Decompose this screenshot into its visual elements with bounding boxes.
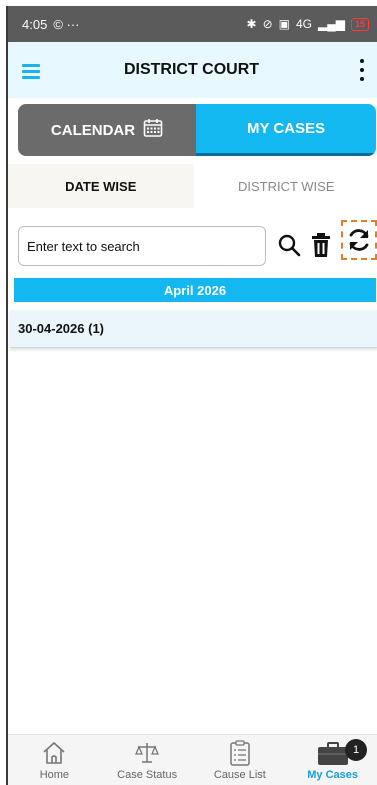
- nav-cause-list[interactable]: Cause List: [194, 735, 287, 785]
- battery-icon: 15: [350, 17, 369, 31]
- app-screen: 4:05 © ··· ✱ ⊘ ▣ 4G ▂▄▆ 15 DISTRICT COUR…: [6, 6, 377, 785]
- calendar-button-label: CALENDAR: [50, 121, 136, 139]
- network-label: 4G: [296, 17, 313, 31]
- status-bar: 4:05 © ··· ✱ ⊘ ▣ 4G ▂▄▆ 15: [8, 6, 377, 42]
- status-notification-icons: © ···: [53, 16, 80, 32]
- nav-my-cases-label: My Cases: [307, 769, 358, 781]
- nav-home-label: Home: [39, 769, 70, 781]
- my-cases-badge: 1: [345, 739, 367, 761]
- month-header: April 2026: [14, 278, 376, 302]
- tab-bar: DATE WISE DISTRICT WISE: [8, 164, 377, 208]
- signal-icon: ▂▄▆: [318, 17, 345, 31]
- calendar-button[interactable]: CALENDAR: [18, 104, 196, 156]
- nav-home[interactable]: Home: [8, 735, 101, 785]
- status-time: 4:05: [22, 16, 48, 32]
- my-cases-button[interactable]: MY CASES: [196, 104, 376, 156]
- bluetooth-icon: ✱: [246, 17, 257, 31]
- view-toggle: CALENDAR MY CASES: [18, 104, 376, 156]
- nav-my-cases[interactable]: 1 My Cases: [286, 735, 377, 785]
- refresh-icon[interactable]: [341, 220, 377, 260]
- calendar-icon: [143, 118, 163, 142]
- clipboard-icon: [229, 739, 251, 767]
- more-options-icon[interactable]: [359, 59, 365, 81]
- tab-date-wise[interactable]: DATE WISE: [8, 164, 194, 208]
- search-input[interactable]: [18, 226, 266, 266]
- home-icon: [41, 739, 67, 767]
- app-bar: DISTRICT COURT: [8, 42, 377, 98]
- link-icon: ⊘: [262, 17, 273, 31]
- page-title: DISTRICT COURT: [123, 61, 260, 78]
- list-item[interactable]: 30-04-2026 (1): [10, 310, 377, 348]
- scales-icon: [134, 739, 160, 767]
- bottom-navigation: Home Case Status Cause List 1 My Cases: [8, 734, 377, 785]
- nav-case-status[interactable]: Case Status: [101, 735, 194, 785]
- search-icon[interactable]: [274, 228, 304, 262]
- sim-icon: ▣: [278, 17, 290, 31]
- trash-icon[interactable]: [306, 228, 336, 262]
- nav-cause-list-label: Cause List: [213, 769, 266, 781]
- tab-district-wise[interactable]: DISTRICT WISE: [193, 164, 377, 208]
- nav-case-status-label: Case Status: [117, 769, 178, 781]
